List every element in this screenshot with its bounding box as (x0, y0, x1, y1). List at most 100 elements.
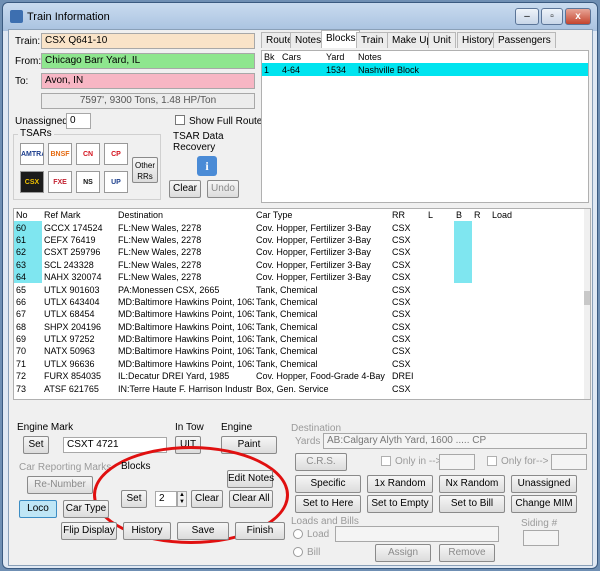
cars-col-ref-mark[interactable]: Ref Mark (42, 209, 116, 221)
loco-button[interactable]: Loco (19, 500, 57, 518)
table-row[interactable]: 60 GCCX 174524 FL:New Wales, 2278 Cov. Hopp… (14, 221, 584, 234)
fxe-logo-icon[interactable]: FXE (48, 171, 72, 193)
flip-display-button[interactable]: Flip Display (61, 522, 117, 540)
table-row[interactable]: 71 UTLX 96636 MD:Baltimore Hawkins Point, … (14, 358, 584, 370)
rr-cell: DREI (392, 371, 414, 382)
info-icon[interactable]: i (197, 156, 217, 176)
amtrak-logo-icon[interactable]: AMTRAK (20, 143, 44, 165)
set-to-here-button[interactable]: Set to Here (295, 495, 361, 513)
rr-cell: CSX (392, 234, 411, 245)
blocks-col-notes[interactable]: Notes (356, 51, 588, 63)
tsars-title: TSARs (18, 128, 54, 139)
blocks-col-cars[interactable]: Cars (280, 51, 324, 63)
history-button[interactable]: History (123, 522, 171, 540)
set-to-empty-button[interactable]: Set to Empty (367, 495, 433, 513)
cars-col-car-type[interactable]: Car Type (254, 209, 390, 221)
load-radio[interactable] (293, 529, 303, 539)
to-field[interactable]: Avon, IN (41, 73, 255, 89)
save-button[interactable]: Save (177, 522, 229, 540)
cars-col-no[interactable]: No (14, 209, 42, 221)
r-cell (472, 345, 490, 357)
tab-blocks[interactable]: Blocks (321, 30, 361, 48)
change-mim-button[interactable]: Change MIM (511, 495, 577, 513)
r-cell (472, 308, 490, 320)
stepper-arrows-icon[interactable]: ▲ ▼ (177, 491, 187, 507)
table-row[interactable]: 68 SHPX 204196 MD:Baltimore Hawkins Point,… (14, 321, 584, 333)
car-type-cell: Tank, Chemical (256, 284, 318, 295)
cars-scrollbar[interactable] (584, 209, 590, 399)
cars-col-l[interactable]: L (426, 209, 454, 221)
cars-col-destination[interactable]: Destination (116, 209, 254, 221)
train-field[interactable]: CSX Q641-10 (41, 33, 255, 49)
title-bar[interactable]: Train Information – ▫ x (3, 3, 597, 31)
table-row[interactable]: 1 4-64 1534 Nashville Block (262, 63, 588, 76)
finish-button[interactable]: Finish (235, 522, 285, 540)
rr-cell: CSX (392, 222, 411, 233)
table-row[interactable]: 70 NATX 50963 MD:Baltimore Hawkins Point, … (14, 345, 584, 357)
table-row[interactable]: 64 NAHX 320074 FL:New Wales, 2278 Cov. Hopp… (14, 270, 584, 284)
tab-train[interactable]: Train (356, 32, 389, 48)
table-row[interactable]: 63 SCL 243328 FL:New Wales, 2278 Cov. Hoppe… (14, 258, 584, 271)
nx-random-button[interactable]: Nx Random (439, 475, 505, 493)
blocks-col-bk[interactable]: Bk (262, 51, 280, 63)
table-row[interactable]: 73 ATSF 621765 IN:Terre Haute F. Harrison … (14, 382, 584, 394)
table-row[interactable]: 66 UTLX 643404 MD:Baltimore Hawkins Point,… (14, 296, 584, 308)
unassigned-field[interactable]: 0 (66, 113, 91, 129)
loads-group: Loads and Bills Load Bill Assign Remove (289, 516, 499, 562)
block-number-stepper[interactable]: 2 (155, 491, 177, 507)
tab-history[interactable]: History (457, 32, 499, 48)
csx-logo-icon[interactable]: CSX (20, 171, 44, 193)
edit-notes-button[interactable]: Edit Notes (227, 470, 274, 488)
car-type-button[interactable]: Car Type (63, 500, 109, 518)
train-label: Train: (15, 36, 41, 47)
tsar-clear-button[interactable]: Clear (169, 180, 201, 198)
bnsf-logo-icon[interactable]: BNSF (48, 143, 72, 165)
cars-table: No Ref Mark Destination Car Type RR L B … (13, 208, 591, 400)
tab-passengers[interactable]: Passengers (493, 32, 556, 48)
table-row[interactable]: 65 UTLX 901603 PA:Monessen CSX, 2665 Tank, … (14, 283, 584, 295)
engine-mark-set-button[interactable]: Set (23, 436, 49, 454)
table-row[interactable]: 69 UTLX 97252 MD:Baltimore Hawkins Point, … (14, 333, 584, 345)
show-full-route-checkbox[interactable] (175, 115, 185, 125)
cars-col-rr[interactable]: RR (390, 209, 426, 221)
1x-random-button[interactable]: 1x Random (367, 475, 433, 493)
cp-logo-icon[interactable]: CP (104, 143, 128, 165)
table-row[interactable]: 67 UTLX 68454 MD:Baltimore Hawkins Point, … (14, 308, 584, 320)
ref-mark-cell: NATX 50963 (44, 346, 95, 357)
cn-logo-icon[interactable]: CN (76, 143, 100, 165)
minimize-button[interactable]: – (515, 8, 539, 25)
specific-button[interactable]: Specific (295, 475, 361, 493)
up-logo-icon[interactable]: UP (104, 171, 128, 193)
cars-scroll-thumb[interactable] (584, 291, 590, 305)
destination-cell: MD:Baltimore Hawkins Point, 1063 (118, 334, 254, 345)
cars-col-load[interactable]: Load (490, 209, 584, 221)
table-row[interactable]: 72 FURX 854035 IL:Decatur DREI Yard, 1985 C… (14, 370, 584, 382)
table-row[interactable]: 62 CSXT 259796 FL:New Wales, 2278 Cov. Hopp… (14, 246, 584, 259)
b-cell (454, 246, 472, 259)
unassigned-button[interactable]: Unassigned (511, 475, 577, 493)
other-rrs-button[interactable]: Other RRs (132, 157, 158, 183)
car-type-cell: Box, Gen. Service (256, 383, 329, 394)
cars-col-r[interactable]: R (472, 209, 490, 221)
blocks-col-yard[interactable]: Yard (324, 51, 356, 63)
close-button[interactable]: x (565, 8, 591, 25)
only-in-label: Only in --> (395, 456, 442, 467)
yards-select: AB:Calgary Alyth Yard, 1600 ..... CP (323, 433, 587, 449)
bill-radio[interactable] (293, 547, 303, 557)
b-cell (454, 233, 472, 247)
rr-cell: CSX (392, 247, 411, 258)
l-cell (426, 358, 454, 370)
set-to-bill-button[interactable]: Set to Bill (439, 495, 505, 513)
blocks-clear-button[interactable]: Clear (191, 490, 223, 508)
cars-col-b[interactable]: B (454, 209, 472, 221)
table-row[interactable]: 61 CEFX 76419 FL:New Wales, 2278 Cov. Hoppe… (14, 233, 584, 247)
from-field[interactable]: Chicago Barr Yard, IL (41, 53, 255, 69)
maximize-button[interactable]: ▫ (541, 8, 563, 25)
block-cars-cell: 4-64 (282, 64, 301, 75)
tab-unit[interactable]: Unit (428, 32, 456, 48)
blocks-clear-all-button[interactable]: Clear All (229, 490, 273, 508)
ns-logo-icon[interactable]: NS (76, 171, 100, 193)
only-for-label: Only for--> (501, 456, 549, 467)
blocks-set-button[interactable]: Set (121, 490, 147, 508)
b-cell (454, 370, 472, 382)
